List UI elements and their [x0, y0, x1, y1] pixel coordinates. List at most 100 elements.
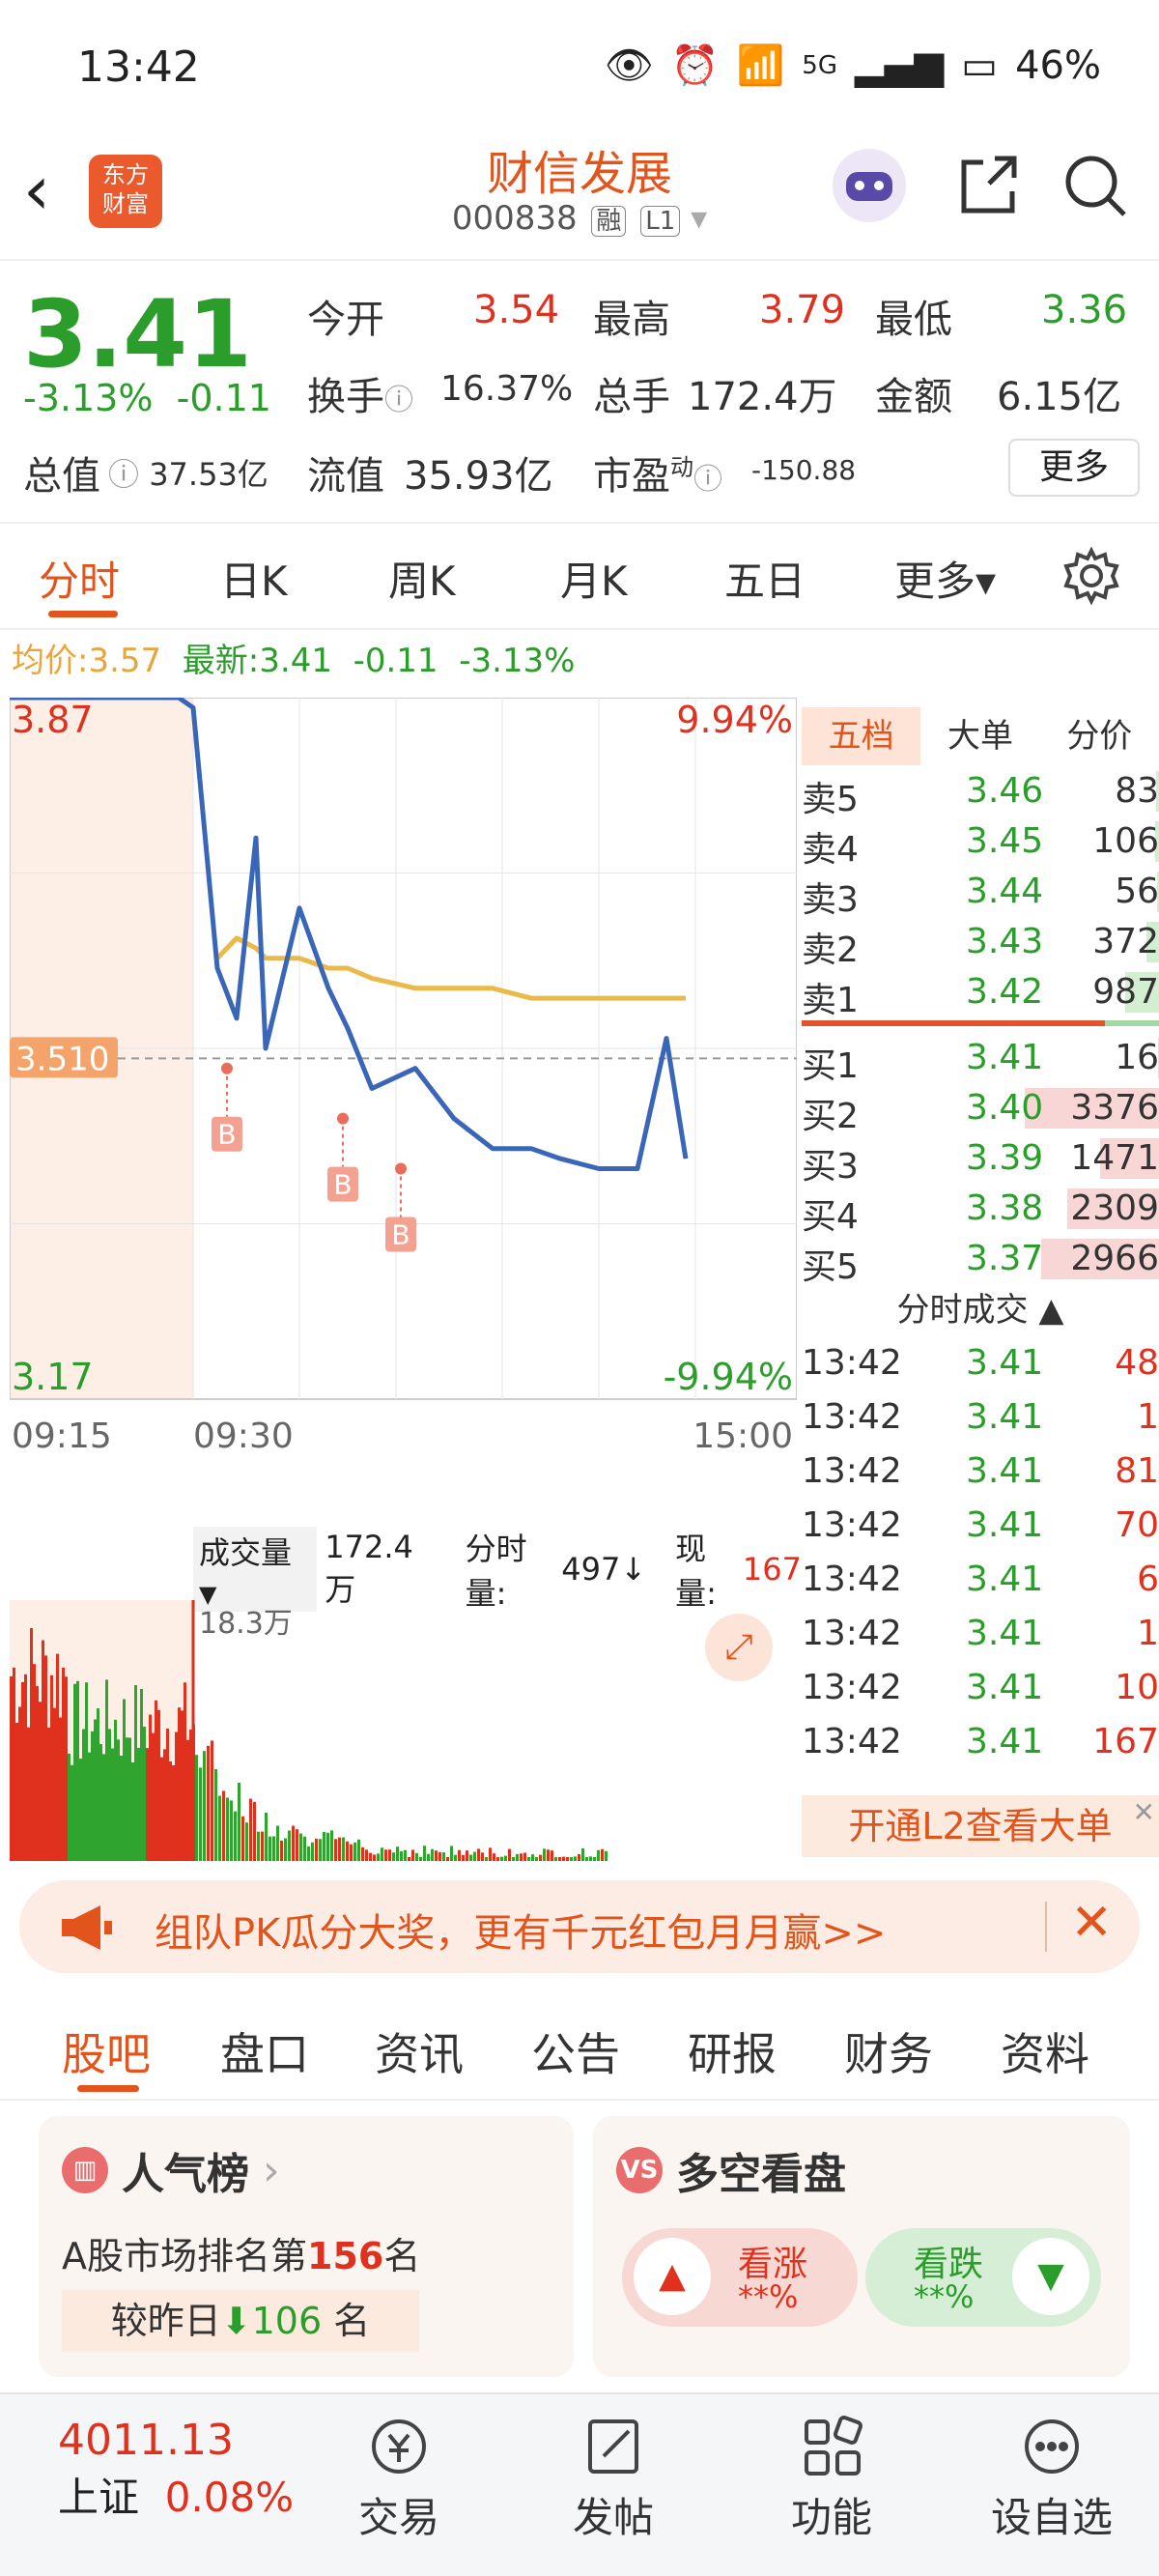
level-tag[interactable]: L1: [640, 206, 681, 237]
bid-row[interactable]: 买1 3.41 16: [802, 1032, 1159, 1086]
tab-intraday[interactable]: 分时: [39, 549, 120, 608]
volume-bar: [157, 1709, 160, 1861]
volume-bar: [184, 1682, 186, 1861]
bid-row[interactable]: 买2 3.40 3376: [802, 1082, 1159, 1136]
battery-icon: ▭: [961, 43, 999, 88]
robot-assistant-icon[interactable]: [829, 145, 910, 226]
more-button[interactable]: 更多: [1008, 439, 1140, 497]
bid-level-name: 买3: [802, 1147, 859, 1187]
bearish-button[interactable]: 看跌 **% ▼: [865, 2228, 1101, 2327]
promo-banner[interactable]: 组队PK瓜分大奖，更有千元红包月月赢>> ✕: [19, 1880, 1140, 1973]
volume-bar: [516, 1853, 519, 1861]
tab-profile[interactable]: 资料: [1001, 2019, 1089, 2083]
ask-row[interactable]: 卖5 3.46 83: [802, 765, 1159, 819]
turnover-value: 16.37%: [440, 369, 574, 409]
buy-marker-label: B: [217, 1119, 236, 1151]
volume-bar: [462, 1854, 465, 1861]
close-icon[interactable]: ✕: [1133, 1782, 1155, 1844]
app-logo[interactable]: 东方 财富: [89, 155, 162, 228]
volume-bar: [361, 1846, 364, 1861]
tab-more[interactable]: 更多▾: [894, 549, 996, 608]
tick-row: 13:42 3.41 1: [802, 1608, 1159, 1662]
tab-announcements[interactable]: 公告: [531, 2019, 620, 2083]
ask-level-name: 卖4: [802, 830, 859, 870]
index-value: 4011.13: [58, 2416, 234, 2465]
bid-row[interactable]: 买3 3.39 1471: [802, 1132, 1159, 1187]
intraday-chart[interactable]: B B B 3.87 3.17 9.94% -9.94% 3.510 09:15 09:30 15:…: [9, 695, 798, 1471]
ask-volume: 987: [1092, 972, 1159, 1012]
tab-forum[interactable]: 股吧: [62, 2019, 151, 2083]
ask-row[interactable]: 卖1 3.42 987: [802, 966, 1159, 1020]
volume-bar: [85, 1682, 88, 1861]
bid-row[interactable]: 买4 3.38 2309: [802, 1183, 1159, 1237]
volume-bar: [539, 1854, 542, 1861]
tick-row: 13:42 3.41 81: [802, 1445, 1159, 1500]
volume-bar: [527, 1857, 530, 1861]
volume-bar: [438, 1851, 441, 1861]
volume-bar: [523, 1852, 526, 1861]
volume-bar: [346, 1841, 349, 1861]
volume-bar: [181, 1710, 184, 1861]
ask-row[interactable]: 卖2 3.43 372: [802, 916, 1159, 970]
tab-research[interactable]: 研报: [688, 2019, 777, 2083]
search-icon[interactable]: [1055, 145, 1136, 226]
volume-bar: [342, 1837, 345, 1861]
ask-row[interactable]: 卖3 3.44 56: [802, 866, 1159, 920]
close-icon[interactable]: ✕: [1070, 1894, 1113, 1952]
volume-selector[interactable]: 成交量 ▼: [193, 1527, 318, 1612]
tick-price: 3.41: [966, 1451, 1044, 1491]
ask-level-name: 卖1: [802, 981, 859, 1020]
tab-news[interactable]: 资讯: [375, 2019, 464, 2083]
nav-watchlist[interactable]: 设自选: [970, 2408, 1134, 2544]
tick-trades-header[interactable]: 分时成交 ▲: [802, 1283, 1159, 1337]
volume-bar: [82, 1729, 85, 1861]
tab-five-day[interactable]: 五日: [724, 549, 806, 608]
nav-post[interactable]: 发帖: [531, 2408, 695, 2544]
volume-bar: [27, 1727, 30, 1861]
volume-bar: [53, 1707, 56, 1861]
tab-handicap[interactable]: 盘口: [220, 2019, 309, 2083]
ask-row[interactable]: 卖4 3.45 106: [802, 816, 1159, 870]
volume-bar: [99, 1743, 102, 1861]
volume-bar: [373, 1854, 376, 1861]
volume-bar: [303, 1836, 306, 1861]
volume-bar: [369, 1852, 372, 1861]
volume-bar: [36, 1686, 39, 1861]
popularity-card[interactable]: ▥ 人气榜 › A股市场排名第156名 较昨日⬇106 名: [39, 2116, 574, 2377]
tab-five-levels[interactable]: 五档: [802, 707, 921, 765]
volume-bar: [392, 1852, 395, 1861]
tab-finance[interactable]: 财务: [844, 2019, 933, 2083]
volume-bar: [315, 1838, 318, 1861]
tick-volume: 10: [1115, 1668, 1159, 1707]
volume-bar: [558, 1857, 561, 1861]
tab-big-orders[interactable]: 大单: [920, 707, 1039, 765]
tab-monthly-k[interactable]: 月K: [560, 549, 628, 608]
x-axis-label-end: 15:00: [693, 1417, 793, 1456]
dropdown-icon[interactable]: ▾: [691, 199, 707, 238]
x-axis-label-open: 09:30: [193, 1417, 294, 1456]
tab-weekly-k[interactable]: 周K: [388, 549, 456, 608]
tick-row: 13:42 3.41 167: [802, 1716, 1159, 1770]
nav-functions[interactable]: 功能: [749, 2408, 914, 2544]
expand-icon[interactable]: ⤢: [705, 1614, 773, 1681]
l2-upgrade-banner[interactable]: 开通L2查看大单 ✕: [802, 1795, 1159, 1857]
back-button[interactable]: ‹: [23, 157, 50, 224]
ask-level-name: 卖5: [802, 780, 859, 819]
bid-row[interactable]: 买5 3.37 2966: [802, 1233, 1159, 1287]
index-widget[interactable]: 4011.13 上证 0.08%: [58, 2416, 294, 2524]
tab-price-split[interactable]: 分价: [1040, 707, 1159, 765]
volume-bar: [261, 1831, 264, 1861]
triangle-down-icon: ▼: [1012, 2238, 1089, 2315]
tab-daily-k[interactable]: 日K: [220, 549, 288, 608]
volume-bar: [307, 1846, 310, 1861]
bullish-button[interactable]: ▲ 看涨 **%: [622, 2228, 858, 2327]
volume-chart[interactable]: 18.3万 ⤢: [10, 1600, 797, 1861]
nav-trade[interactable]: 交易: [317, 2408, 481, 2544]
tick-price: 3.41: [966, 1614, 1044, 1653]
share-icon[interactable]: [947, 145, 1028, 226]
volume-bar: [400, 1850, 403, 1861]
volume-bar: [338, 1837, 341, 1861]
settings-gear-icon[interactable]: [1060, 545, 1122, 611]
volume-bar: [326, 1832, 329, 1861]
tick-price: 3.41: [966, 1397, 1044, 1437]
